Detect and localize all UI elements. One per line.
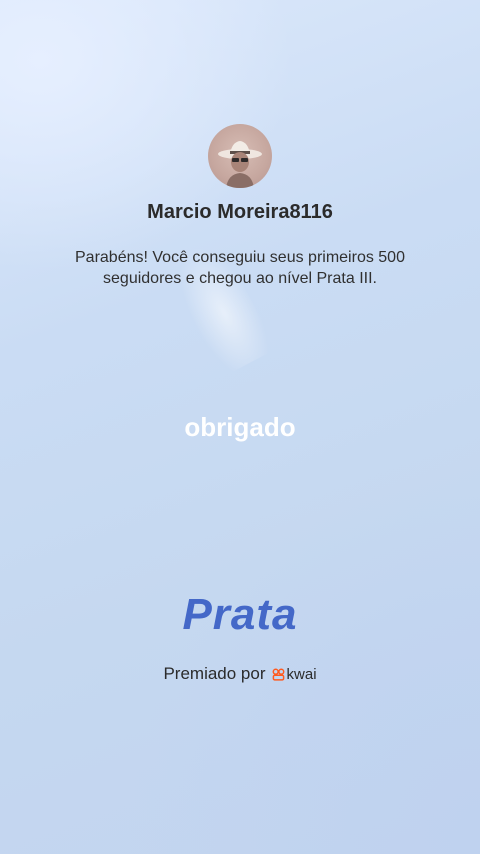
awarded-by-label: Premiado por bbox=[163, 664, 266, 683]
thanks-button[interactable]: obrigado bbox=[0, 412, 480, 443]
avatar-image bbox=[218, 141, 262, 188]
congratulations-message: Parabéns! Você conseguiu seus primeiros … bbox=[75, 249, 405, 287]
awarded-by: Premiado por kwai bbox=[0, 664, 480, 684]
avatar[interactable] bbox=[208, 124, 272, 188]
username: Marcio Moreira8116 bbox=[147, 201, 333, 223]
brand-name: kwai bbox=[286, 665, 317, 683]
level-title: Prata bbox=[182, 590, 298, 639]
kwai-logo-icon bbox=[272, 668, 284, 681]
